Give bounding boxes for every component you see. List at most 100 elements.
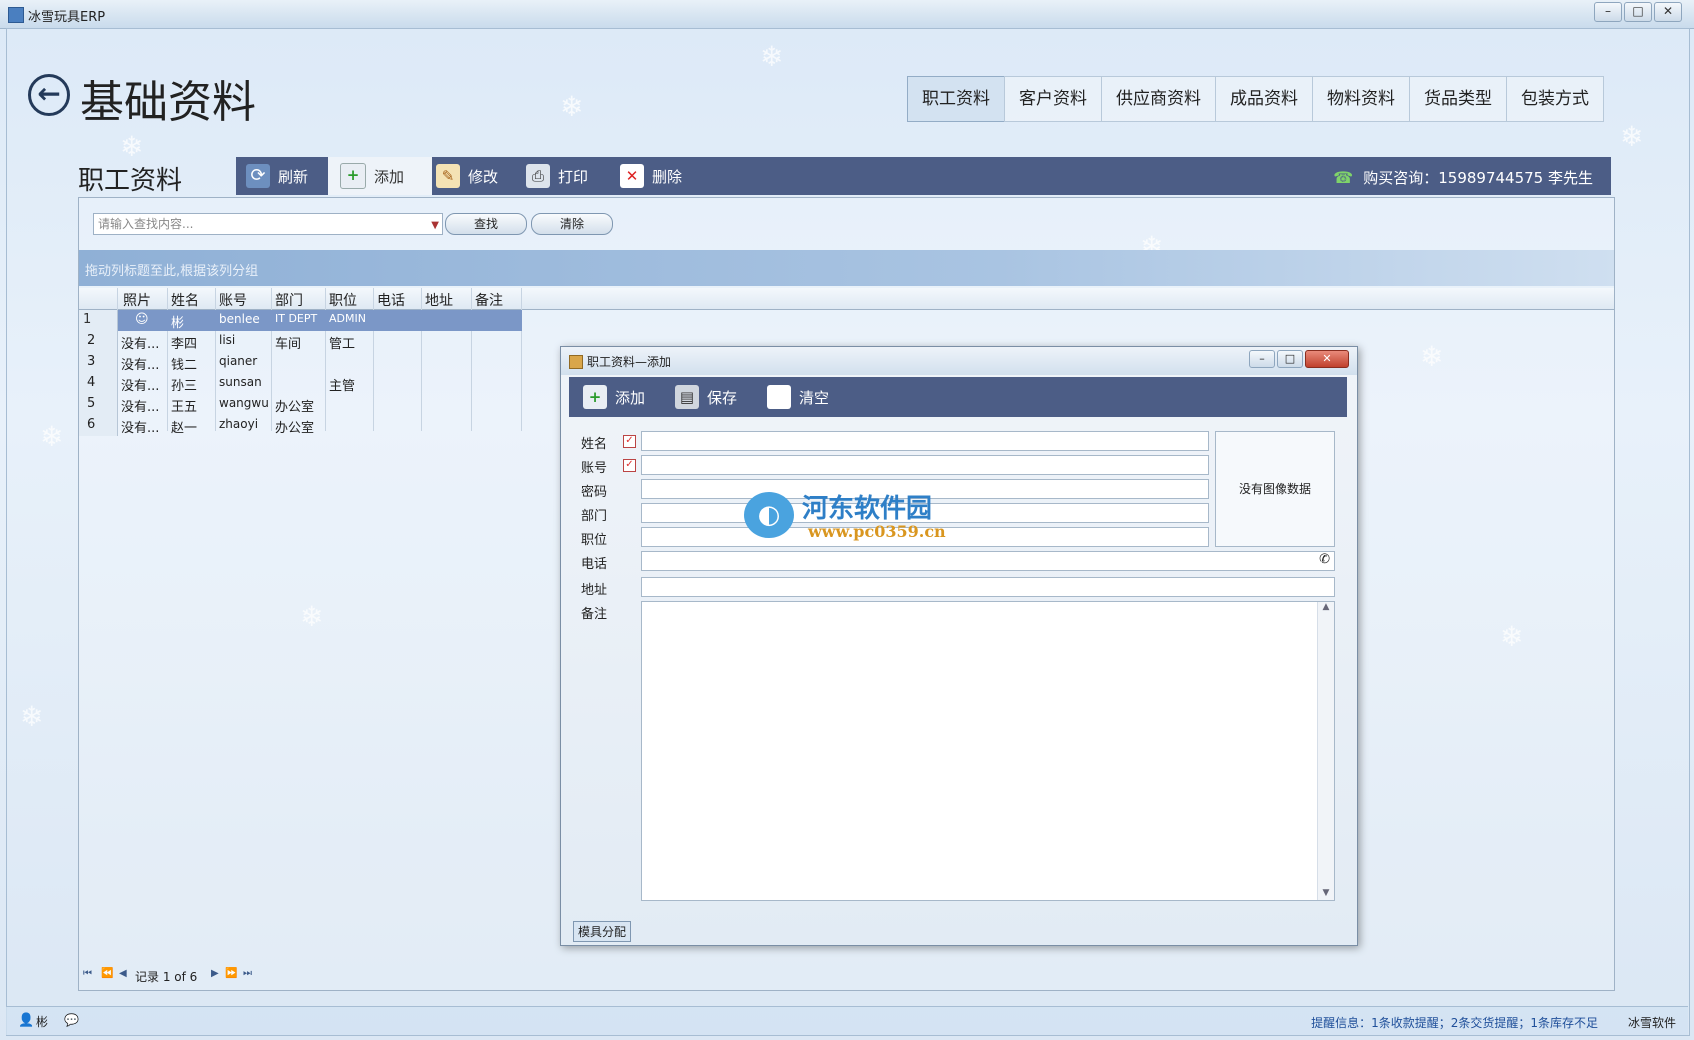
brand-label: 冰雪软件 [1627,1016,1676,1030]
next-record-icon[interactable]: ▶ [211,968,219,979]
table-row[interactable]: 6 没有... 赵一 zhaoyi 办公室 [79,415,522,436]
col-address[interactable]: 地址 [425,290,453,310]
employee-add-dialog: 职工资料—添加 – □ ✕ + 添加 ▤ 保存 清空 姓名 ✓ 账号 ✓ 密码 … [560,346,1358,946]
watermark-logo-icon: ◐ [744,492,794,538]
section-title: 职工资料 [78,166,183,196]
cell-position: ADMIN [329,312,366,325]
tab-goods-type[interactable]: 货品类型 [1409,76,1507,122]
cell-dept: IT DEPT [275,312,318,325]
tab-customer[interactable]: 客户资料 [1004,76,1102,122]
dialog-close-button[interactable]: ✕ [1305,350,1349,368]
chat-icon[interactable]: 💬 [64,1013,79,1027]
cell-photo: 没有... [121,379,160,394]
table-row[interactable]: 5 没有... 王五 wangwu 办公室 [79,394,522,415]
cell-photo: 没有... [121,400,160,415]
cell-photo: 没有... [121,421,160,436]
find-button[interactable]: 查找 [445,213,527,235]
prev-record-icon[interactable]: ◀ [119,968,127,979]
col-dept[interactable]: 部门 [275,290,303,310]
table-row[interactable]: 2 没有... 李四 lisi 车间 管工 [79,331,522,352]
search-input[interactable]: 请输入查找内容... ▼ [93,213,443,235]
delete-label: 删除 [652,167,683,186]
refresh-icon: ⟳ [246,164,270,188]
cell-account: qianer [219,354,258,368]
col-name[interactable]: 姓名 [171,290,199,310]
cell-photo: 没有... [121,358,160,373]
first-record-icon[interactable]: ⏮ [83,968,92,979]
tab-mold-assign[interactable]: 模具分配 [573,921,632,942]
prev-page-icon[interactable]: ⏪ [101,968,113,979]
print-button[interactable]: ⎙ 打印 [526,157,588,195]
blank-document-icon [767,385,791,409]
maximize-button[interactable]: □ [1624,2,1652,22]
watermark-url: www.pc0359.cn [808,522,946,541]
account-field[interactable] [641,455,1209,475]
dialog-maximize-button[interactable]: □ [1277,350,1303,368]
col-memo[interactable]: 备注 [475,290,503,310]
chevron-down-icon[interactable]: ▼ [431,216,439,236]
edit-icon: ✎ [436,164,460,188]
photo-box[interactable]: 没有图像数据 [1215,431,1335,547]
user-icon: 👤 [18,1013,35,1028]
label-phone: 电话 [581,557,608,572]
refresh-button[interactable]: ⟳ 刷新 [246,157,308,195]
avatar-icon: ☺ [135,312,149,327]
current-user: 彬 [36,1015,49,1029]
edit-button[interactable]: ✎ 修改 [436,157,498,195]
tab-employee[interactable]: 职工资料 [907,76,1005,122]
group-by-area[interactable]: 拖动列标题至此,根据该列分组 [79,250,1614,286]
required-checkbox-icon: ✓ [623,459,636,472]
delete-button[interactable]: ✕ 删除 [620,157,682,195]
minimize-button[interactable]: – [1594,2,1622,22]
cell-name: 王五 [171,400,198,415]
phone-field[interactable]: ✆ [641,551,1335,571]
add-document-icon: + [583,385,607,409]
tab-supplier[interactable]: 供应商资料 [1101,76,1216,122]
dialog-add-button[interactable]: + 添加 [583,377,645,417]
col-phone[interactable]: 电话 [377,290,405,310]
tab-product[interactable]: 成品资料 [1215,76,1313,122]
memo-scrollbar[interactable]: ▲ ▼ [1317,602,1334,900]
print-label: 打印 [558,167,589,186]
no-image-text: 没有图像数据 [1238,482,1311,496]
address-field[interactable] [641,577,1335,597]
table-row[interactable]: 1 ☺ 彬 benlee IT DEPT ADMIN [79,310,522,331]
reminder-info[interactable]: 提醒信息：1条收款提醒；2条交货提醒；1条库存不足 [1311,1014,1598,1031]
required-checkbox-icon: ✓ [623,435,636,448]
name-field[interactable] [641,431,1209,451]
edit-label: 修改 [468,167,499,186]
window-title: 冰雪玩具ERP [28,10,106,25]
label-memo: 备注 [581,607,608,622]
label-account: 账号 [581,461,608,476]
module-tabs: 职工资料 客户资料 供应商资料 成品资料 物料资料 货品类型 包装方式 [907,76,1604,122]
add-button[interactable]: + 添加 [328,157,432,195]
clear-search-button[interactable]: 清除 [531,213,613,235]
table-row[interactable]: 4 没有... 孙三 sunsan 主管 [79,373,522,394]
tab-packaging[interactable]: 包装方式 [1506,76,1604,122]
col-photo[interactable]: 照片 [123,290,151,310]
dialog-clear-button[interactable]: 清空 [767,377,829,417]
dialog-minimize-button[interactable]: – [1249,350,1275,368]
col-position[interactable]: 职位 [329,290,357,310]
label-address: 地址 [581,583,608,598]
last-record-icon[interactable]: ⏭ [243,968,252,979]
search-placeholder: 请输入查找内容... [98,217,194,231]
memo-field[interactable]: ▲ ▼ [641,601,1335,901]
back-arrow-icon[interactable]: ← [28,74,70,116]
next-page-icon[interactable]: ⏩ [225,968,237,979]
group-hint: 拖动列标题至此,根据该列分组 [85,264,259,279]
col-account[interactable]: 账号 [219,290,247,310]
refresh-label: 刷新 [278,167,309,186]
cell-account: sunsan [219,375,262,389]
row-number: 3 [87,354,96,369]
status-bar: 👤 彬 💬 提醒信息：1条收款提醒；2条交货提醒；1条库存不足 冰雪软件 [6,1006,1688,1035]
cell-account: zhaoyi [219,417,259,431]
dialog-save-button[interactable]: ▤ 保存 [675,377,737,417]
tab-material[interactable]: 物料资料 [1312,76,1410,122]
table-row[interactable]: 3 没有... 钱二 qianer [79,352,522,373]
label-password: 密码 [581,485,608,500]
close-button[interactable]: ✕ [1654,2,1682,22]
phone-icon[interactable]: ✆ [1319,552,1330,567]
contact-info: ☎ 购买咨询：15989744575 李先生 [1333,167,1593,188]
printer-icon: ⎙ [526,164,550,188]
